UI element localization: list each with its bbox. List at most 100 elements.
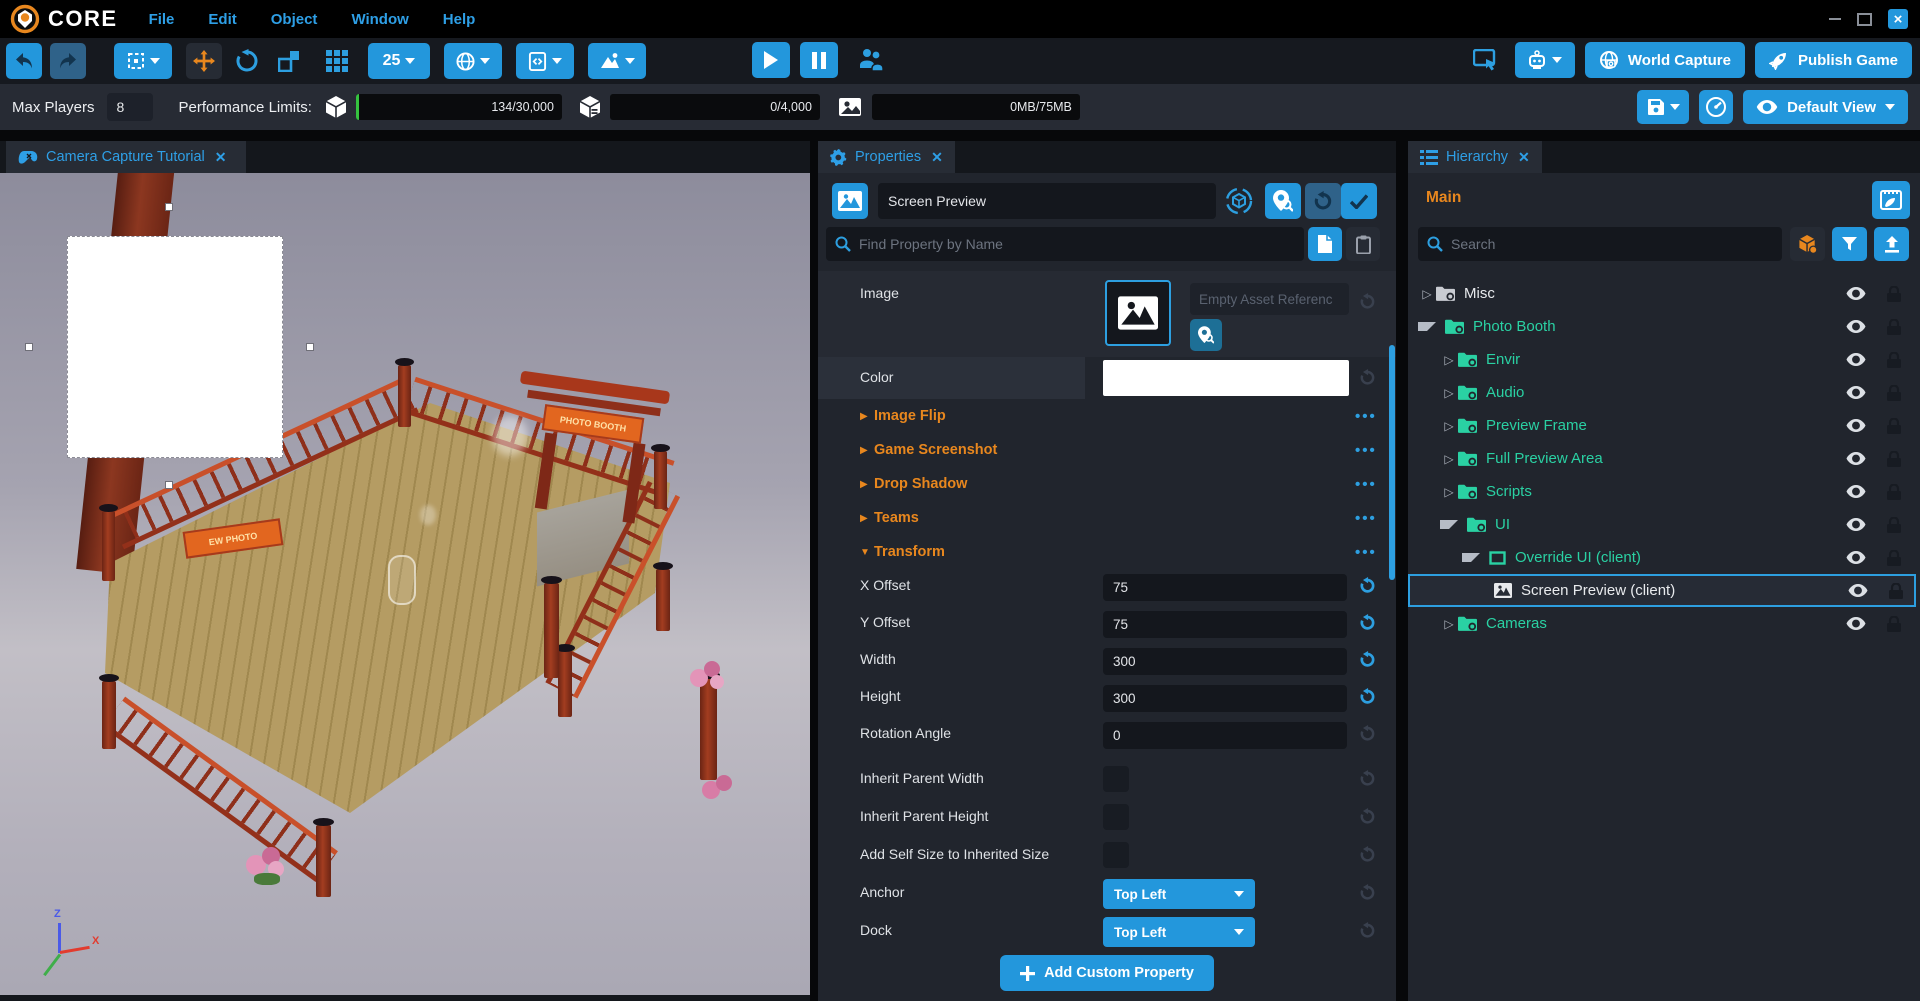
- undo-button[interactable]: [6, 43, 42, 79]
- inherit-parent-height-checkbox[interactable]: [1103, 804, 1129, 830]
- script-dropdown[interactable]: [516, 43, 574, 79]
- lock-icon[interactable]: [1889, 583, 1903, 599]
- multiplayer-preview-button[interactable]: [848, 48, 894, 72]
- group-teams[interactable]: ▶Teams•••: [818, 501, 1396, 535]
- tree-row-audio[interactable]: ▷ Audio: [1408, 376, 1920, 409]
- template-filter-button[interactable]: [1790, 227, 1825, 261]
- grid-snap-button[interactable]: [320, 50, 354, 72]
- color-swatch[interactable]: [1103, 360, 1349, 396]
- lock-icon[interactable]: [1887, 550, 1901, 566]
- inherit-parent-width-checkbox[interactable]: [1103, 766, 1129, 792]
- visibility-eye-icon[interactable]: [1846, 287, 1866, 300]
- visibility-eye-icon[interactable]: [1846, 386, 1866, 399]
- visibility-eye-icon[interactable]: [1846, 485, 1866, 498]
- menu-help[interactable]: Help: [426, 11, 493, 28]
- group-menu-icon[interactable]: •••: [1355, 408, 1377, 425]
- tree-row-cameras[interactable]: ▷ Cameras: [1408, 607, 1920, 640]
- bot-dropdown[interactable]: [1515, 42, 1575, 78]
- group-menu-icon[interactable]: •••: [1355, 476, 1377, 493]
- save-dropdown[interactable]: [1637, 90, 1689, 124]
- reset-y-offset-button[interactable]: [1359, 614, 1376, 631]
- visibility-eye-icon[interactable]: [1846, 353, 1866, 366]
- performance-gauge-button[interactable]: [1699, 90, 1733, 124]
- viewport-tab[interactable]: Camera Capture Tutorial ✕: [6, 141, 246, 173]
- tree-row-ui[interactable]: UI: [1408, 508, 1920, 541]
- tab-close-icon[interactable]: ✕: [215, 149, 227, 166]
- visibility-eye-icon[interactable]: [1846, 551, 1866, 564]
- image-asset-find-button[interactable]: [1190, 319, 1222, 351]
- reset-button[interactable]: [1359, 846, 1376, 863]
- terrain-dropdown[interactable]: [588, 43, 646, 79]
- lock-icon[interactable]: [1887, 418, 1901, 434]
- group-transform[interactable]: ▼Transform•••: [818, 535, 1396, 569]
- tree-row-scripts[interactable]: ▷ Scripts: [1408, 475, 1920, 508]
- tree-row-preview-frame[interactable]: ▷ Preview Frame: [1408, 409, 1920, 442]
- visibility-eye-icon[interactable]: [1846, 518, 1866, 531]
- world-capture-button[interactable]: World Capture: [1585, 42, 1745, 78]
- lock-icon[interactable]: [1887, 385, 1901, 401]
- visibility-eye-icon[interactable]: [1846, 452, 1866, 465]
- hierarchy-search[interactable]: [1418, 227, 1782, 261]
- reset-rotation-button[interactable]: [1359, 725, 1376, 742]
- tree-row-misc[interactable]: ▷ Misc: [1408, 277, 1916, 310]
- group-menu-icon[interactable]: •••: [1355, 442, 1377, 459]
- image-thumbnail[interactable]: [1105, 280, 1171, 346]
- snap-size-dropdown[interactable]: 25: [368, 43, 430, 79]
- selection-handle-right[interactable]: [306, 343, 314, 351]
- hierarchy-search-input[interactable]: [1443, 236, 1773, 252]
- menu-window[interactable]: Window: [334, 11, 425, 28]
- tree-row-full-preview-area[interactable]: ▷ Full Preview Area: [1408, 442, 1920, 475]
- play-button[interactable]: [752, 42, 790, 78]
- anchor-dropdown[interactable]: Top Left: [1103, 879, 1255, 909]
- menu-object[interactable]: Object: [254, 11, 335, 28]
- lock-icon[interactable]: [1887, 319, 1901, 335]
- group-game-screenshot[interactable]: ▶Game Screenshot•••: [818, 433, 1396, 467]
- restore-icon[interactable]: [1857, 13, 1872, 26]
- move-tool-button[interactable]: [186, 43, 222, 79]
- find-property-input[interactable]: [851, 236, 1295, 252]
- object-type-image-button[interactable]: [832, 183, 868, 219]
- pause-button[interactable]: [800, 42, 838, 78]
- close-icon[interactable]: ×: [1888, 9, 1908, 29]
- width-input[interactable]: [1103, 648, 1347, 675]
- screen-capture-button[interactable]: [1465, 49, 1505, 71]
- selection-handle-top[interactable]: [165, 203, 173, 211]
- visibility-eye-icon[interactable]: [1846, 419, 1866, 432]
- tree-row-override-ui[interactable]: Override UI (client): [1408, 541, 1920, 574]
- scale-tool-button[interactable]: [272, 50, 306, 72]
- lock-icon[interactable]: [1887, 484, 1901, 500]
- default-view-dropdown[interactable]: Default View: [1743, 90, 1908, 124]
- hierarchy-tab[interactable]: Hierarchy ✕: [1408, 141, 1542, 173]
- lock-icon[interactable]: [1887, 616, 1901, 632]
- revert-name-button[interactable]: [1305, 183, 1341, 219]
- lock-icon[interactable]: [1887, 451, 1901, 467]
- world-settings-dropdown[interactable]: [444, 43, 502, 79]
- confirm-name-button[interactable]: [1341, 183, 1377, 219]
- find-property-search[interactable]: [826, 227, 1304, 261]
- copy-properties-button[interactable]: [1308, 227, 1342, 261]
- redo-button[interactable]: [50, 43, 86, 79]
- x-offset-input[interactable]: [1103, 574, 1347, 601]
- visibility-eye-icon[interactable]: [1848, 584, 1868, 597]
- group-menu-icon[interactable]: •••: [1355, 544, 1377, 561]
- max-players-input[interactable]: [107, 93, 153, 121]
- menu-file[interactable]: File: [132, 11, 192, 28]
- lock-icon[interactable]: [1887, 352, 1901, 368]
- reset-button[interactable]: [1359, 770, 1376, 787]
- tab-close-icon[interactable]: ✕: [1518, 149, 1530, 166]
- reset-color-button[interactable]: [1359, 369, 1376, 386]
- reset-button[interactable]: [1359, 922, 1376, 939]
- properties-scrollbar[interactable]: [1389, 345, 1395, 580]
- reset-image-button[interactable]: [1359, 293, 1376, 310]
- y-offset-input[interactable]: [1103, 611, 1347, 638]
- image-asset-reference-field[interactable]: Empty Asset Referenc: [1190, 283, 1349, 315]
- tree-row-envir[interactable]: ▷ Envir: [1408, 343, 1920, 376]
- scene-template-button[interactable]: [1872, 181, 1910, 219]
- minimize-icon[interactable]: [1829, 18, 1841, 20]
- lock-icon[interactable]: [1887, 517, 1901, 533]
- tree-row-screen-preview[interactable]: Screen Preview (client): [1408, 574, 1916, 607]
- add-self-size-checkbox[interactable]: [1103, 842, 1129, 868]
- reset-button[interactable]: [1359, 808, 1376, 825]
- reset-x-offset-button[interactable]: [1359, 577, 1376, 594]
- reset-height-button[interactable]: [1359, 688, 1376, 705]
